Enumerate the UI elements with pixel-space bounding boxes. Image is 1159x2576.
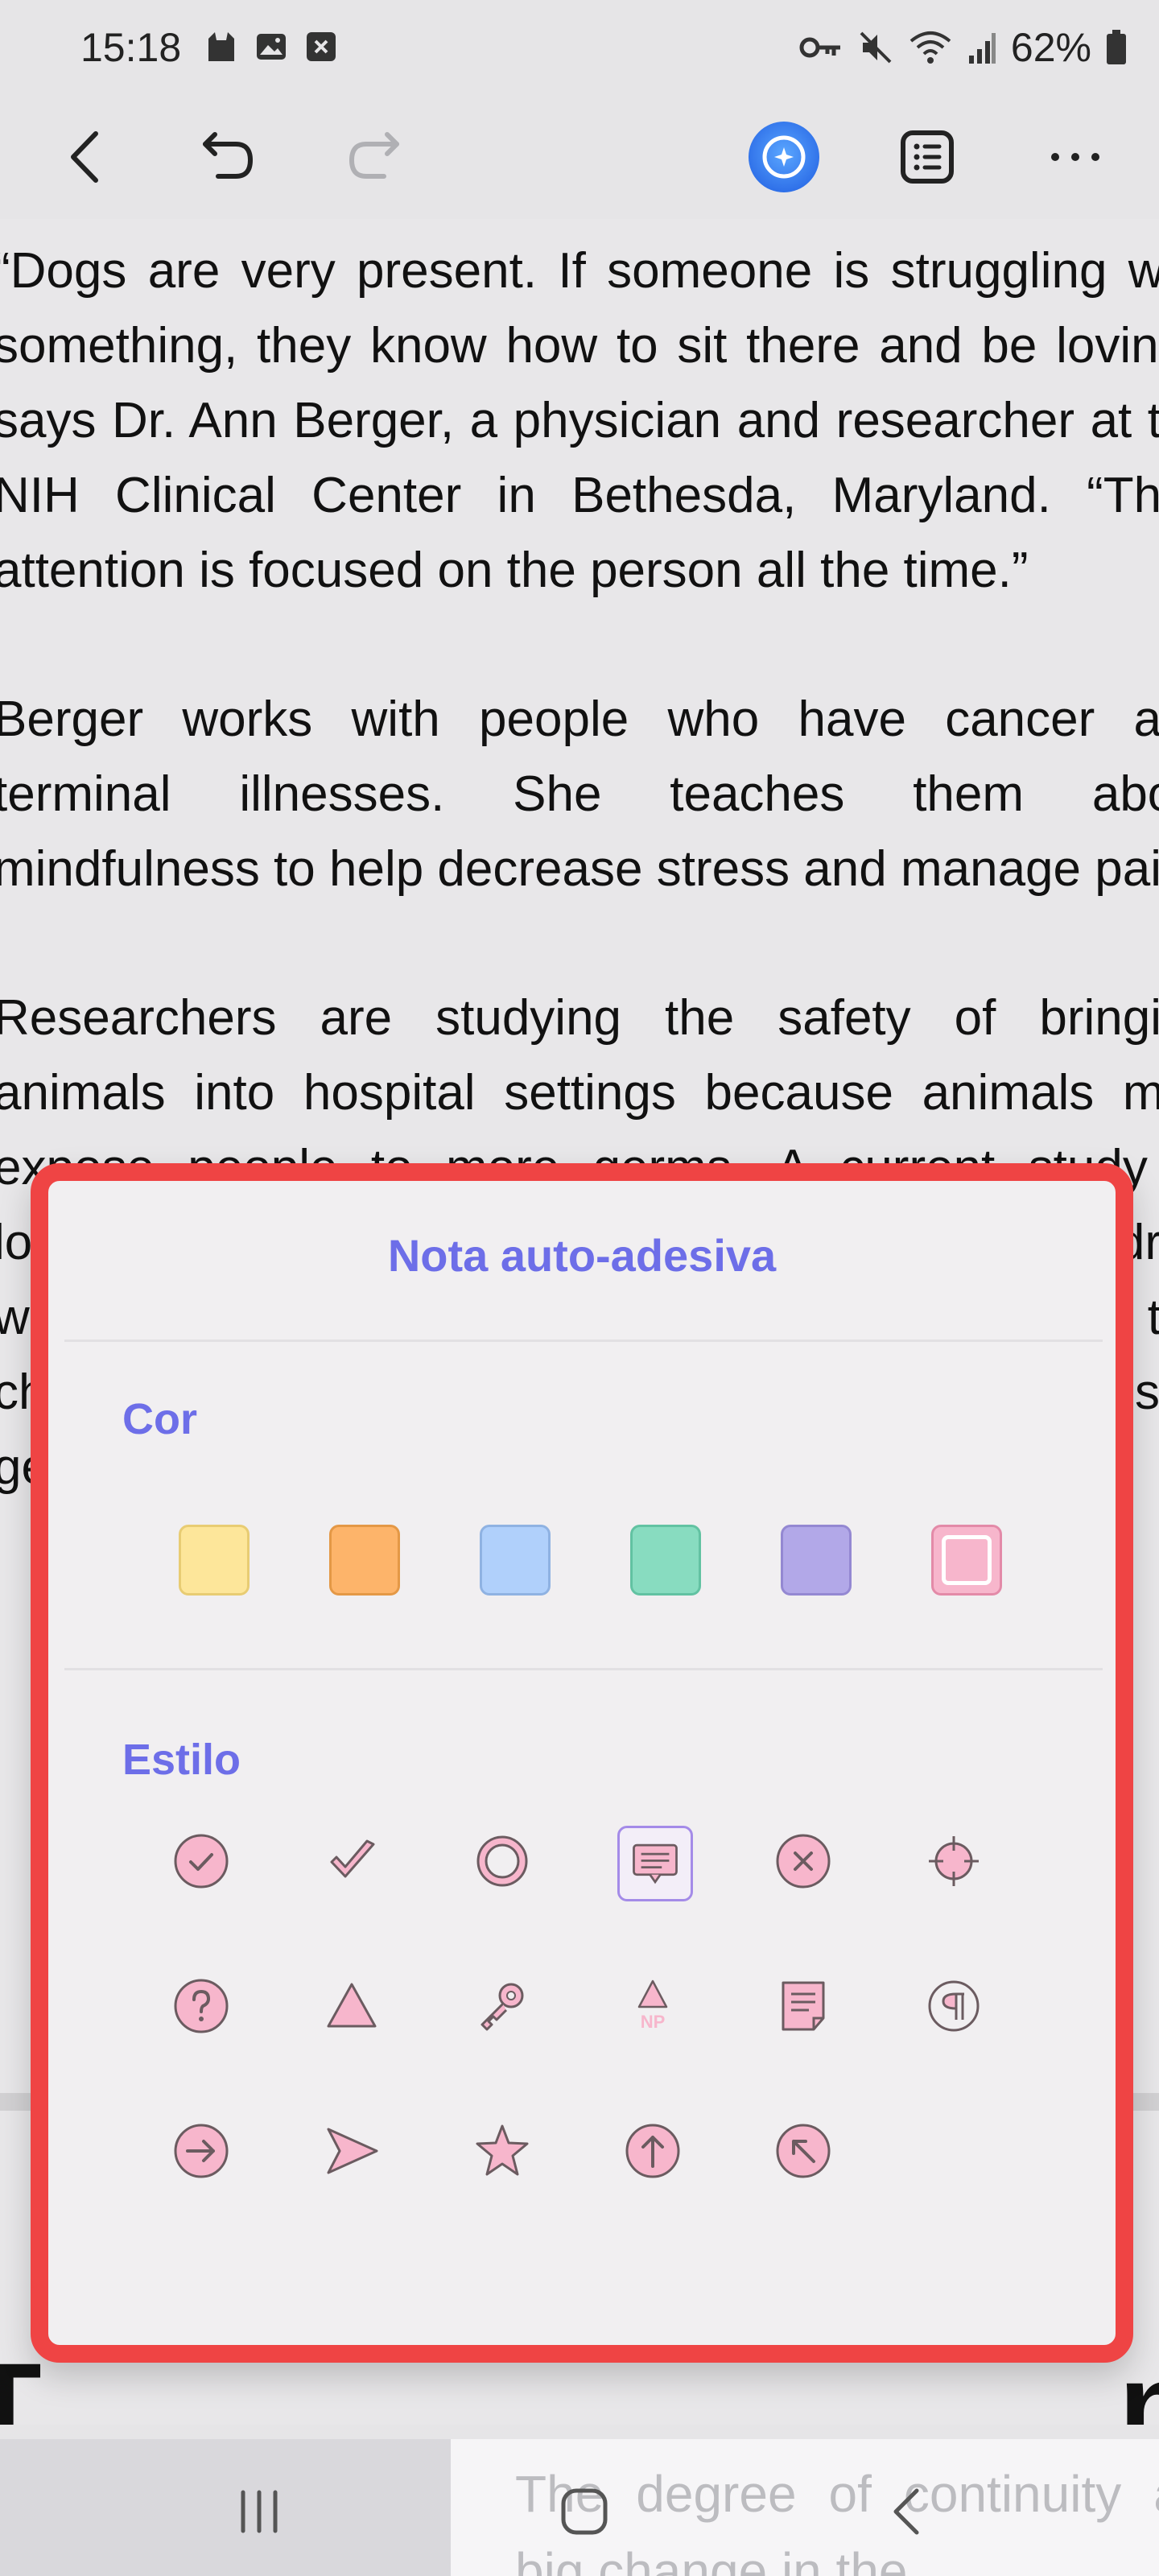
circle-icon (476, 1835, 528, 1887)
style-option-arrow-upleft-circle[interactable] (763, 2111, 843, 2191)
style-option-np-triangle[interactable]: NP (612, 1966, 693, 2046)
more-options-button[interactable] (1035, 117, 1116, 197)
sticky-note-dialog: Nota auto-adesiva Cor Estilo NP (31, 1163, 1133, 2363)
back-button[interactable] (45, 117, 126, 197)
style-option-key[interactable] (462, 1966, 542, 2046)
triangle-icon (327, 1983, 377, 2028)
style-option-circle[interactable] (462, 1821, 542, 1901)
question-circle-icon (174, 1979, 229, 2033)
check-circle-icon (174, 1834, 229, 1889)
system-nav-bar: The degree of continuity and big change … (0, 2439, 1159, 2576)
style-option-crosshair[interactable] (914, 1821, 994, 1901)
more-dots-icon (1051, 153, 1099, 161)
undo-icon (203, 132, 254, 179)
crosshair-icon (929, 1836, 979, 1886)
home-button[interactable] (544, 2471, 625, 2552)
comment-icon (633, 1843, 678, 1885)
ai-assistant-button[interactable] (744, 117, 824, 197)
list-icon (901, 130, 954, 184)
style-section-label: Estilo (122, 1736, 241, 1784)
home-icon (561, 2488, 608, 2535)
svg-text:NP: NP (641, 2012, 666, 2032)
ai-sparkle-icon (749, 122, 819, 192)
chevron-left-icon (71, 131, 98, 183)
x-circle-icon (776, 1834, 831, 1889)
send-arrow-icon (327, 2128, 378, 2174)
style-option-triangle[interactable] (311, 1966, 392, 2046)
signal-icon (968, 33, 996, 64)
paragraph-circle-icon (928, 1980, 980, 2032)
color-swatch-yellow[interactable] (179, 1525, 250, 1596)
color-swatch-blue[interactable] (480, 1525, 551, 1596)
star-icon (476, 2124, 529, 2176)
arrow-upleft-circle-icon (776, 2124, 831, 2178)
dialog-title: Nota auto-adesiva (387, 1230, 777, 1281)
back-nav-button[interactable] (866, 2471, 947, 2552)
article-paragraph: Berger works with people who have cancer… (0, 691, 1159, 897)
gallery-icon (257, 34, 286, 60)
battery-percent: 62% (1010, 25, 1091, 70)
style-option-arrow-right-circle[interactable] (161, 2111, 241, 2191)
editor-toolbar (0, 97, 1159, 217)
status-time: 15:18 (80, 25, 182, 70)
style-option-check[interactable] (311, 1821, 392, 1901)
arrow-right-circle-icon (174, 2124, 229, 2178)
color-swatch-orange[interactable] (329, 1525, 400, 1596)
redo-button[interactable] (335, 117, 415, 197)
battery-icon (1107, 30, 1126, 64)
style-option-question-circle[interactable] (161, 1966, 241, 2046)
style-option-send-arrow[interactable] (311, 2111, 392, 2191)
toc-button[interactable] (887, 117, 967, 197)
recents-button[interactable] (219, 2471, 299, 2552)
divider (64, 1668, 1103, 1670)
back-nav-icon (893, 2488, 919, 2535)
recents-icon (241, 2490, 278, 2533)
undo-button[interactable] (187, 117, 267, 197)
color-section-label: Cor (122, 1395, 197, 1443)
block-icon (307, 32, 336, 61)
redo-icon (349, 132, 399, 179)
mute-icon (860, 31, 892, 64)
color-swatch-pink[interactable] (931, 1525, 1002, 1596)
wifi-icon (909, 31, 951, 64)
article-paragraph: “Dogs are very present. If someone is st… (0, 243, 1159, 598)
selected-indicator (942, 1535, 992, 1585)
color-swatch-green[interactable] (630, 1525, 701, 1596)
arrow-up-circle-icon (625, 2124, 680, 2178)
notification-icons (205, 31, 337, 63)
style-option-star[interactable] (462, 2111, 542, 2191)
style-option-check-circle[interactable] (161, 1821, 241, 1901)
key-icon (481, 1983, 524, 2031)
note-icon (782, 1981, 825, 2031)
color-swatch-purple[interactable] (781, 1525, 852, 1596)
style-option-x-circle[interactable] (763, 1821, 843, 1901)
style-option-note[interactable] (763, 1966, 843, 2046)
style-option-comment[interactable] (617, 1826, 693, 1901)
status-bar: 15:18 62% (0, 0, 1159, 97)
key-status-icon (799, 37, 840, 58)
divider (64, 1340, 1103, 1342)
style-option-arrow-up-circle[interactable] (612, 2111, 693, 2191)
style-option-paragraph-circle[interactable] (914, 1966, 994, 2046)
np-triangle-icon: NP (637, 1979, 668, 2032)
cat-app-icon (208, 32, 234, 61)
check-icon (330, 1839, 375, 1878)
